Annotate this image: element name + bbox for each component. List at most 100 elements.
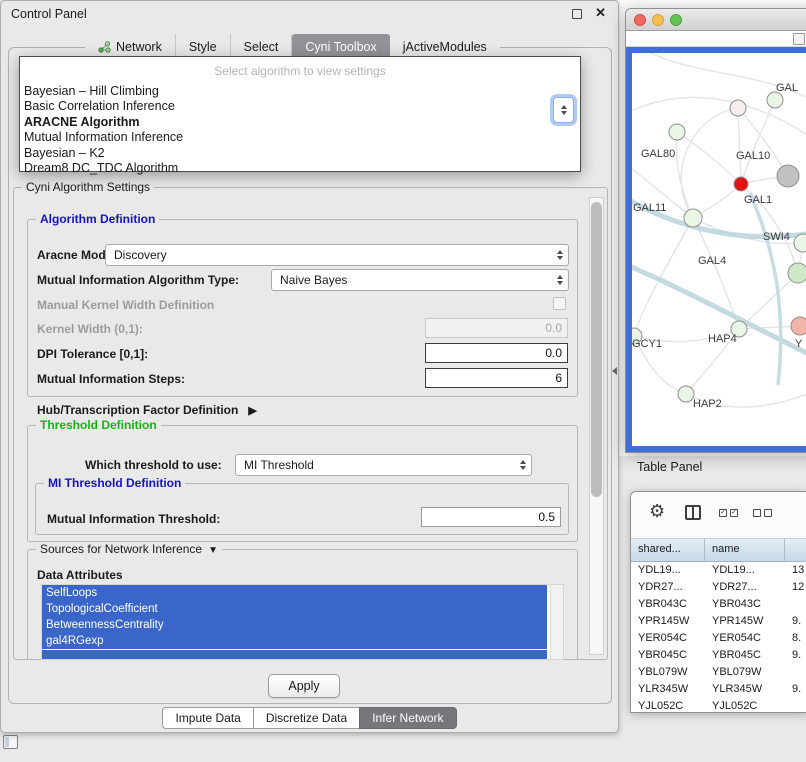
- list-item-partial[interactable]: [42, 650, 547, 659]
- list-scrollbar[interactable]: [550, 585, 563, 659]
- column-header-partial[interactable]: [785, 539, 806, 561]
- network-node[interactable]: [734, 177, 748, 191]
- combobox-arrows-icon: [561, 105, 567, 109]
- select-columns-icon[interactable]: [685, 505, 701, 520]
- which-threshold-select[interactable]: MI Threshold: [235, 454, 532, 476]
- network-canvas[interactable]: GALGAL80GAL10GAL11GAL1SWI4GAL4GCY1HAP4HA…: [632, 53, 806, 446]
- algorithm-popup-item[interactable]: Mutual Information Inference: [20, 130, 580, 145]
- network-node[interactable]: [669, 124, 685, 140]
- threshold-definition-title: Threshold Definition: [36, 418, 161, 432]
- mi-algorithm-type-select[interactable]: Naive Bayes: [271, 269, 569, 291]
- table-row[interactable]: YER054C YER054C 8.: [631, 630, 806, 647]
- network-node-label: HAP4: [708, 333, 737, 345]
- close-button[interactable]: [634, 14, 646, 26]
- show-checked-columns-icon[interactable]: ✓✓: [719, 509, 738, 517]
- mi-threshold-input[interactable]: [421, 507, 561, 527]
- float-window-icon[interactable]: [572, 9, 582, 19]
- network-node-label: GAL11: [633, 202, 666, 214]
- network-node[interactable]: [767, 92, 783, 108]
- settings-scrollbar-thumb[interactable]: [591, 202, 602, 497]
- table-cell: YJL052C: [705, 698, 785, 712]
- table-cell: 13: [785, 562, 806, 579]
- data-attributes-list[interactable]: SelfLoopsTopologicalCoefficientBetweenne…: [41, 584, 564, 660]
- tab-network-label: Network: [116, 40, 162, 54]
- list-item[interactable]: SelfLoops: [42, 585, 547, 601]
- table-row[interactable]: YDR27... YDR27... 12: [631, 579, 806, 596]
- kernel-width-label: Kernel Width (0,1):: [37, 319, 143, 339]
- hide-columns-icon[interactable]: [753, 509, 772, 517]
- which-threshold-label: Which threshold to use:: [85, 455, 222, 475]
- tab-discretize-data[interactable]: Discretize Data: [253, 707, 360, 729]
- table-row[interactable]: YBL079W YBL079W: [631, 664, 806, 681]
- list-item[interactable]: BetweennessCentrality: [42, 617, 547, 633]
- tab-impute-data[interactable]: Impute Data: [162, 707, 253, 729]
- table-cell: [785, 596, 806, 613]
- algorithm-combobox-button[interactable]: [553, 97, 574, 123]
- table-row[interactable]: YDL19... YDL19... 13: [631, 562, 806, 579]
- sources-title: Sources for Network Inference: [40, 542, 202, 556]
- table-cell: YDL19...: [631, 562, 705, 579]
- hub-section-label: Hub/Transcription Factor Definition: [37, 403, 238, 417]
- network-window-titlebar[interactable]: [626, 9, 806, 31]
- column-header-name[interactable]: name: [705, 539, 785, 561]
- table-row[interactable]: YPR145W YPR145W 9.: [631, 613, 806, 630]
- network-node[interactable]: [684, 209, 702, 227]
- table-cell: [785, 664, 806, 681]
- network-node[interactable]: [730, 100, 746, 116]
- network-tab-icon: [98, 41, 111, 53]
- birdseye-toggle-icon[interactable]: [793, 33, 805, 45]
- cyni-algorithm-settings-title: Cyni Algorithm Settings: [22, 180, 154, 194]
- list-item[interactable]: TopologicalCoefficient: [42, 601, 547, 617]
- tab-infer-network[interactable]: Infer Network: [359, 707, 456, 729]
- table-row[interactable]: YJL052C YJL052C: [631, 698, 806, 712]
- minimize-button[interactable]: [652, 14, 664, 26]
- mi-algorithm-type-value: Naive Bayes: [280, 273, 347, 287]
- table-cell: YPR145W: [631, 613, 705, 630]
- table-cell: YBR043C: [705, 596, 785, 613]
- manual-kernel-width-checkbox[interactable]: [553, 297, 566, 310]
- control-panel-window: Control Panel ✕ Network Style Select: [0, 0, 619, 733]
- collapsed-panel-icon[interactable]: [3, 735, 18, 749]
- network-node[interactable]: [791, 317, 806, 335]
- network-node[interactable]: [777, 165, 799, 187]
- network-node-label: HAP2: [693, 398, 722, 410]
- table-cell: 12: [785, 579, 806, 596]
- table-settings-gear-icon[interactable]: ⚙: [649, 501, 665, 522]
- sources-section-toggle[interactable]: Sources for Network Inference▼: [36, 542, 222, 558]
- algorithm-popup-item[interactable]: Basic Correlation Inference: [20, 99, 580, 114]
- panel-resize-grip[interactable]: [612, 367, 617, 375]
- mi-steps-input[interactable]: [425, 368, 568, 388]
- close-window-icon[interactable]: ✕: [595, 5, 606, 21]
- network-node-label: GAL: [776, 82, 798, 94]
- zoom-button[interactable]: [670, 14, 682, 26]
- select-arrows-icon: [557, 250, 563, 260]
- network-node[interactable]: [678, 386, 694, 402]
- table-row[interactable]: YLR345W YLR345W 9.: [631, 681, 806, 698]
- algorithm-popup-item[interactable]: ARACNE Algorithm: [20, 115, 580, 130]
- apply-button[interactable]: Apply: [268, 674, 340, 698]
- network-node-label: GAL4: [698, 255, 726, 267]
- data-attributes-label: Data Attributes: [37, 565, 123, 585]
- network-window: GALGAL80GAL10GAL11GAL1SWI4GAL4GCY1HAP4HA…: [625, 8, 806, 453]
- aracne-mode-select[interactable]: Discovery: [105, 244, 569, 266]
- table-cell: YPR145W: [705, 613, 785, 630]
- algorithm-popup-item[interactable]: Bayesian – Hill Climbing: [20, 84, 580, 99]
- table-cell: YBR045C: [631, 647, 705, 664]
- list-item[interactable]: gal4RGexp: [42, 633, 547, 649]
- screenshot-root: Control Panel ✕ Network Style Select: [0, 0, 806, 762]
- tab-jactivemodules-label: jActiveModules: [403, 40, 487, 54]
- settings-scrollbar[interactable]: [589, 197, 604, 655]
- dpi-tolerance-input[interactable]: [425, 343, 568, 363]
- aracne-mode-value: Discovery: [114, 248, 167, 262]
- algorithm-popup-item[interactable]: Dream8 DC_TDC Algorithm: [20, 161, 580, 176]
- algorithm-popup-item[interactable]: Bayesian – K2: [20, 146, 580, 161]
- table-row[interactable]: YBR043C YBR043C: [631, 596, 806, 613]
- tab-cyni-toolbox-label: Cyni Toolbox: [305, 40, 376, 54]
- select-arrows-icon: [557, 275, 563, 285]
- algorithm-definition-title: Algorithm Definition: [36, 212, 159, 226]
- network-canvas-svg[interactable]: GALGAL80GAL10GAL11GAL1SWI4GAL4GCY1HAP4HA…: [632, 53, 806, 446]
- table-row[interactable]: YBR045C YBR045C 9.: [631, 647, 806, 664]
- network-node[interactable]: [788, 263, 806, 283]
- table-cell: YDR27...: [705, 579, 785, 596]
- column-header-shared-name[interactable]: shared...: [631, 539, 705, 561]
